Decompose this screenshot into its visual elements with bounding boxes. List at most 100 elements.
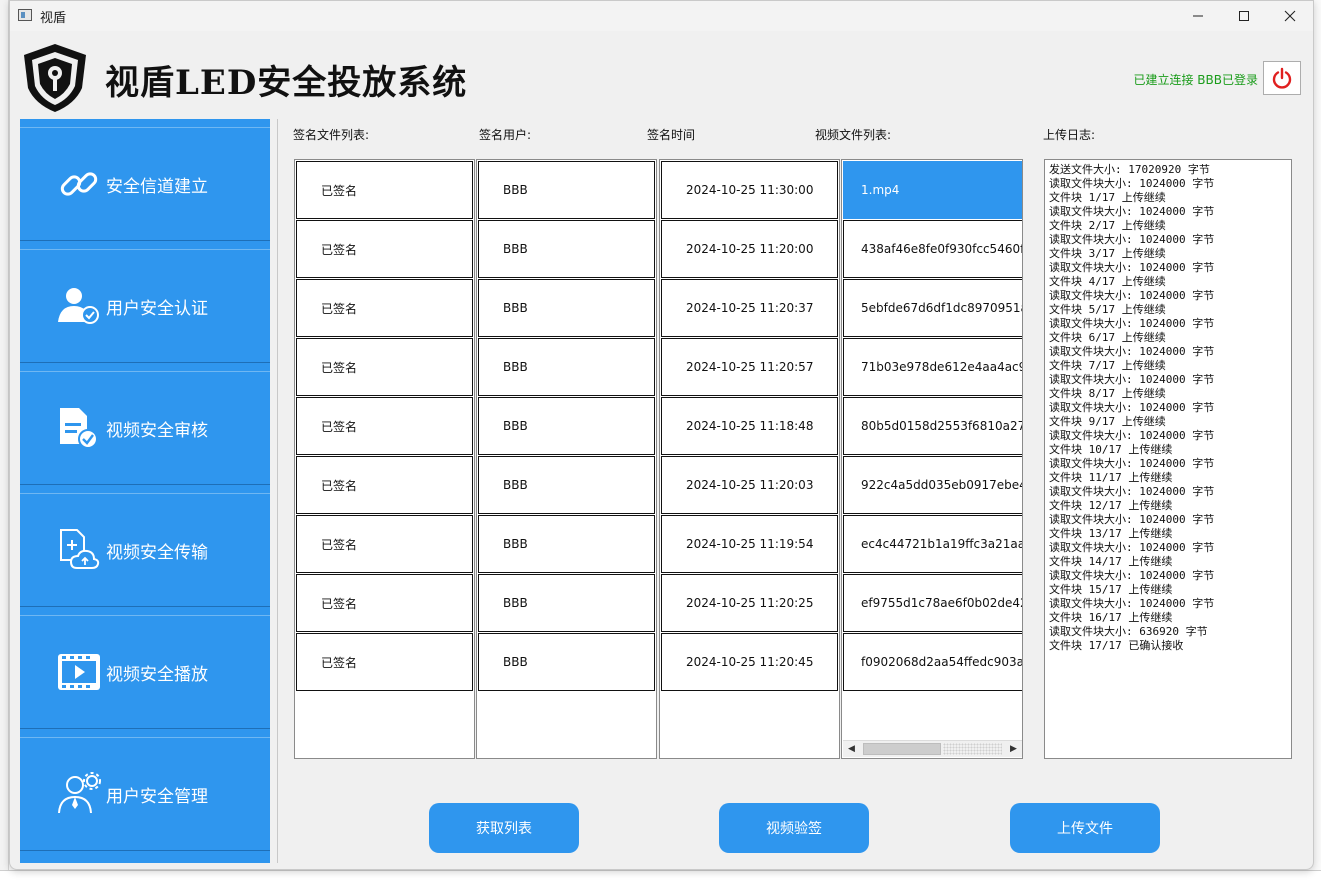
power-icon bbox=[1272, 67, 1292, 89]
log-line: 读取文件块大小: 1024000 字节 bbox=[1049, 513, 1215, 526]
log-line: 文件块 14/17 上传继续 bbox=[1049, 555, 1173, 568]
title-bar[interactable]: 视盾 bbox=[10, 1, 1313, 31]
log-line: 读取文件块大小: 1024000 字节 bbox=[1049, 541, 1215, 554]
window-title: 视盾 bbox=[40, 11, 67, 26]
list-item[interactable]: BBB bbox=[478, 456, 655, 514]
log-line: 文件块 10/17 上传继续 bbox=[1049, 443, 1173, 456]
log-line: 文件块 12/17 上传继续 bbox=[1049, 499, 1173, 512]
scrollbar-track[interactable] bbox=[943, 743, 1002, 755]
log-line: 文件块 17/17 已确认接收 bbox=[1049, 639, 1184, 652]
log-line: 文件块 15/17 上传继续 bbox=[1049, 583, 1173, 596]
list-item[interactable]: ec4c44721b1a19ffc3a21aa64 bbox=[843, 515, 1022, 573]
list-item[interactable]: BBB bbox=[478, 515, 655, 573]
sidebar-item-user-auth[interactable]: 用户安全认证 bbox=[20, 249, 270, 363]
log-line: 文件块 2/17 上传继续 bbox=[1049, 219, 1166, 232]
close-button[interactable] bbox=[1267, 1, 1313, 31]
sign-times-list[interactable]: 2024-10-25 11:30:00 2024-10-25 11:20:00 20… bbox=[659, 159, 840, 759]
list-item[interactable]: 已签名 bbox=[296, 279, 473, 337]
upload-file-button[interactable]: 上传文件 bbox=[1010, 803, 1160, 853]
sidebar-item-user-management[interactable]: 用户安全管理 bbox=[20, 737, 270, 851]
list-item[interactable]: 922c4a5dd035eb0917ebe4e bbox=[843, 456, 1022, 514]
list-item[interactable]: 已签名 bbox=[296, 633, 473, 691]
background-window-bottom bbox=[0, 870, 1321, 880]
log-line: 读取文件块大小: 1024000 字节 bbox=[1049, 317, 1215, 330]
list-item[interactable]: 2024-10-25 11:18:48 bbox=[661, 397, 838, 455]
list-item[interactable]: 2024-10-25 11:20:37 bbox=[661, 279, 838, 337]
sidebar-item-label: 视频安全审核 bbox=[106, 420, 208, 441]
log-line: 文件块 4/17 上传继续 bbox=[1049, 275, 1166, 288]
list-item[interactable]: 已签名 bbox=[296, 456, 473, 514]
video-files-list[interactable]: ◀ ▶ 1.mp4 438af46e8fe0f930fcc5460f2c 5ebfd… bbox=[841, 159, 1023, 759]
list-item[interactable]: BBB bbox=[478, 338, 655, 396]
list-item[interactable]: 已签名 bbox=[296, 338, 473, 396]
horizontal-scrollbar[interactable]: ◀ ▶ bbox=[843, 740, 1022, 757]
log-line: 读取文件块大小: 1024000 字节 bbox=[1049, 597, 1215, 610]
log-line: 读取文件块大小: 1024000 字节 bbox=[1049, 457, 1215, 470]
list-item[interactable]: 已签名 bbox=[296, 220, 473, 278]
sign-times-header: 签名时间 bbox=[647, 128, 696, 142]
sidebar-item-video-playback[interactable]: 视频安全播放 bbox=[20, 615, 270, 729]
sign-files-list[interactable]: 已签名 已签名 已签名 已签名 已签名 已签名 已签名 已签名 已签名 bbox=[294, 159, 475, 759]
log-line: 读取文件块大小: 1024000 字节 bbox=[1049, 261, 1215, 274]
list-item[interactable]: BBB bbox=[478, 633, 655, 691]
log-line: 读取文件块大小: 1024000 字节 bbox=[1049, 177, 1215, 190]
log-line: 文件块 1/17 上传继续 bbox=[1049, 191, 1166, 204]
list-item[interactable]: 已签名 bbox=[296, 574, 473, 632]
power-button[interactable] bbox=[1263, 61, 1301, 95]
minimize-button[interactable] bbox=[1175, 1, 1221, 31]
log-line: 读取文件块大小: 1024000 字节 bbox=[1049, 205, 1215, 218]
list-item[interactable]: 2024-10-25 11:19:54 bbox=[661, 515, 838, 573]
list-item[interactable]: 2024-10-25 11:20:03 bbox=[661, 456, 838, 514]
log-line: 读取文件块大小: 1024000 字节 bbox=[1049, 373, 1215, 386]
sidebar-item-video-transfer[interactable]: 视频安全传输 bbox=[20, 493, 270, 607]
log-line: 文件块 11/17 上传继续 bbox=[1049, 471, 1173, 484]
log-line: 读取文件块大小: 1024000 字节 bbox=[1049, 289, 1215, 302]
list-item[interactable]: 2024-10-25 11:20:25 bbox=[661, 574, 838, 632]
log-line: 发送文件大小: 17020920 字节 bbox=[1049, 163, 1210, 176]
background-window-edge bbox=[0, 0, 9, 880]
list-item[interactable]: BBB bbox=[478, 161, 655, 219]
sidebar-item-video-review[interactable]: 视频安全审核 bbox=[20, 371, 270, 485]
upload-log-textarea[interactable]: 发送文件大小: 17020920 字节 读取文件块大小: 1024000 字节 文件… bbox=[1044, 159, 1292, 759]
list-item[interactable]: 已签名 bbox=[296, 161, 473, 219]
user-check-icon bbox=[54, 281, 104, 331]
list-item[interactable]: BBB bbox=[478, 397, 655, 455]
list-item[interactable]: 1.mp4 bbox=[843, 161, 1022, 219]
list-item[interactable]: 2024-10-25 11:20:45 bbox=[661, 633, 838, 691]
list-item[interactable]: 80b5d0158d2553f6810a272 bbox=[843, 397, 1022, 455]
get-list-button[interactable]: 获取列表 bbox=[429, 803, 579, 853]
sidebar-item-label: 视频安全播放 bbox=[106, 664, 208, 685]
sign-users-header: 签名用户: bbox=[479, 128, 532, 142]
scroll-right-icon[interactable]: ▶ bbox=[1005, 741, 1022, 757]
list-item[interactable]: 71b03e978de612e4aa4ac92 bbox=[843, 338, 1022, 396]
sign-users-list[interactable]: BBB BBB BBB BBB BBB BBB BBB BBB BBB bbox=[476, 159, 657, 759]
log-line: 读取文件块大小: 1024000 字节 bbox=[1049, 233, 1215, 246]
list-item[interactable]: BBB bbox=[478, 574, 655, 632]
shield-logo-icon bbox=[20, 42, 90, 118]
log-line: 文件块 16/17 上传继续 bbox=[1049, 611, 1173, 624]
list-item[interactable]: 2024-10-25 11:30:00 bbox=[661, 161, 838, 219]
log-line: 文件块 5/17 上传继续 bbox=[1049, 303, 1166, 316]
app-icon bbox=[18, 9, 32, 21]
list-item[interactable]: 已签名 bbox=[296, 515, 473, 573]
list-item[interactable]: 438af46e8fe0f930fcc5460f2c bbox=[843, 220, 1022, 278]
sidebar-item-label: 用户安全管理 bbox=[106, 786, 208, 807]
list-item[interactable]: 2024-10-25 11:20:00 bbox=[661, 220, 838, 278]
list-item[interactable]: 2024-10-25 11:20:57 bbox=[661, 338, 838, 396]
log-line: 读取文件块大小: 1024000 字节 bbox=[1049, 485, 1215, 498]
chain-link-icon bbox=[54, 159, 104, 209]
video-files-header: 视频文件列表: bbox=[815, 128, 892, 142]
maximize-button[interactable] bbox=[1221, 1, 1267, 31]
scrollbar-thumb[interactable] bbox=[863, 743, 941, 755]
log-line: 读取文件块大小: 1024000 字节 bbox=[1049, 569, 1215, 582]
list-item[interactable]: BBB bbox=[478, 279, 655, 337]
list-item[interactable]: BBB bbox=[478, 220, 655, 278]
list-item[interactable]: 5ebfde67d6df1dc8970951ac bbox=[843, 279, 1022, 337]
file-upload-cloud-icon bbox=[54, 525, 104, 575]
list-item[interactable]: 已签名 bbox=[296, 397, 473, 455]
scroll-left-icon[interactable]: ◀ bbox=[843, 741, 860, 757]
verify-video-button[interactable]: 视频验签 bbox=[719, 803, 869, 853]
list-item[interactable]: ef9755d1c78ae6f0b02de426 bbox=[843, 574, 1022, 632]
list-item[interactable]: f0902068d2aa54ffedc903a42 bbox=[843, 633, 1022, 691]
sidebar-item-secure-channel[interactable]: 安全信道建立 bbox=[20, 127, 270, 241]
